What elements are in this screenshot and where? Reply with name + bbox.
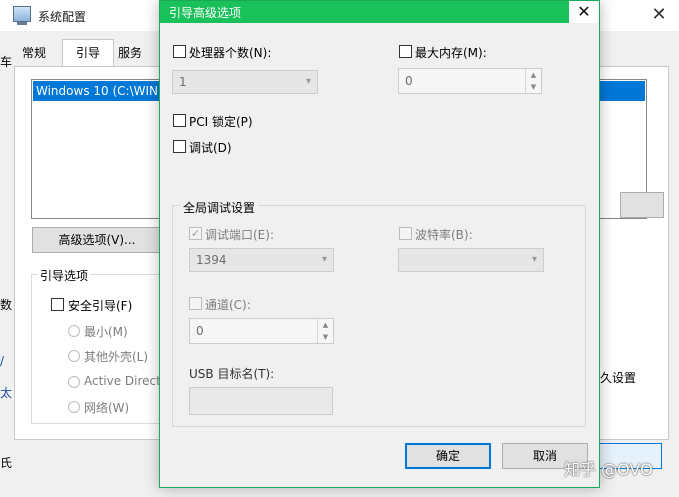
spin-buttons[interactable]: ▲ ▼	[317, 319, 333, 343]
minimal-label: 最小(M)	[84, 325, 128, 339]
tab-general[interactable]: 常规	[16, 42, 52, 64]
debug-port-checkbox[interactable]: ✓	[189, 227, 202, 240]
debug-checkbox[interactable]	[173, 140, 186, 153]
boot-advanced-options-dialog: 引导高级选项 ✕ 处理器个数(N): 1 ▾ 最大内存(M): 0 ▲ ▼ PC…	[159, 0, 600, 488]
usb-target-input[interactable]	[189, 387, 333, 415]
dialog-titlebar: 引导高级选项 ✕	[160, 1, 599, 23]
debug-port-dropdown[interactable]: 1394 ▾	[189, 248, 334, 272]
close-icon[interactable]: ✕	[569, 1, 599, 23]
alternate-shell-radio[interactable]	[68, 350, 80, 362]
processors-checkbox[interactable]	[173, 45, 186, 58]
channel-stepper[interactable]: 0 ▲ ▼	[189, 318, 334, 344]
chevron-down-icon: ▾	[531, 254, 537, 265]
tab-boot[interactable]: 引导	[62, 39, 114, 67]
close-icon[interactable]: ✕	[644, 3, 674, 27]
edge-link: 太	[0, 386, 13, 400]
spin-up-icon[interactable]: ▲	[318, 319, 333, 331]
make-permanent-label: 久设置	[600, 371, 637, 385]
edge-text: 氏	[0, 456, 13, 470]
msconfig-app-icon	[13, 6, 31, 25]
background-button[interactable]	[620, 192, 664, 218]
window-title: 系统配置	[38, 10, 87, 24]
pci-lock-label: PCI 锁定(P)	[189, 115, 253, 129]
active-directory-radio[interactable]	[68, 376, 80, 388]
debug-port-value: 1394	[196, 253, 227, 267]
network-label: 网络(W)	[84, 401, 130, 415]
edge-text: 数	[0, 298, 13, 312]
network-radio[interactable]	[68, 401, 80, 413]
boot-options-title: 引导选项	[38, 267, 91, 284]
dialog-title: 引导高级选项	[169, 6, 242, 20]
max-memory-label: 最大内存(M):	[415, 46, 487, 60]
tab-services[interactable]: 服务	[112, 42, 148, 64]
usb-target-label: USB 目标名(T):	[189, 367, 275, 381]
pci-lock-checkbox[interactable]	[173, 114, 186, 127]
baud-rate-label: 波特率(B):	[415, 228, 473, 242]
alternate-shell-label: 其他外壳(L)	[84, 350, 149, 364]
processors-label: 处理器个数(N):	[189, 46, 272, 60]
channel-label: 通道(C):	[205, 298, 251, 312]
baud-rate-checkbox[interactable]	[399, 227, 412, 240]
baud-rate-dropdown[interactable]: ▾	[398, 248, 544, 272]
edge-text: 车	[0, 55, 13, 69]
channel-checkbox[interactable]	[189, 297, 202, 310]
spin-up-icon[interactable]: ▲	[526, 69, 541, 81]
ok-button[interactable]: 确定	[405, 443, 491, 469]
debug-label: 调试(D)	[189, 141, 232, 155]
processors-value: 1	[179, 75, 187, 89]
max-memory-checkbox[interactable]	[399, 45, 412, 58]
spin-buttons[interactable]: ▲ ▼	[525, 69, 541, 93]
spin-down-icon[interactable]: ▼	[526, 81, 541, 93]
edge-link: /	[0, 354, 5, 368]
safe-boot-checkbox[interactable]	[51, 298, 64, 311]
global-debug-settings-title: 全局调试设置	[180, 199, 259, 216]
active-directory-label: Active Directo	[84, 374, 169, 388]
debug-port-label: 调试端口(E):	[205, 228, 274, 242]
max-memory-stepper[interactable]: 0 ▲ ▼	[398, 68, 542, 94]
spin-down-icon[interactable]: ▼	[318, 331, 333, 343]
advanced-options-button[interactable]: 高级选项(V)...	[32, 227, 162, 253]
safe-boot-label: 安全引导(F)	[68, 299, 133, 313]
chevron-down-icon: ▾	[321, 254, 327, 265]
channel-value: 0	[196, 324, 204, 338]
minimal-radio[interactable]	[68, 325, 80, 337]
max-memory-value: 0	[405, 74, 413, 88]
chevron-down-icon: ▾	[305, 76, 311, 87]
processors-dropdown[interactable]: 1 ▾	[172, 70, 318, 94]
watermark-text: 知乎 @OVO	[564, 460, 653, 479]
